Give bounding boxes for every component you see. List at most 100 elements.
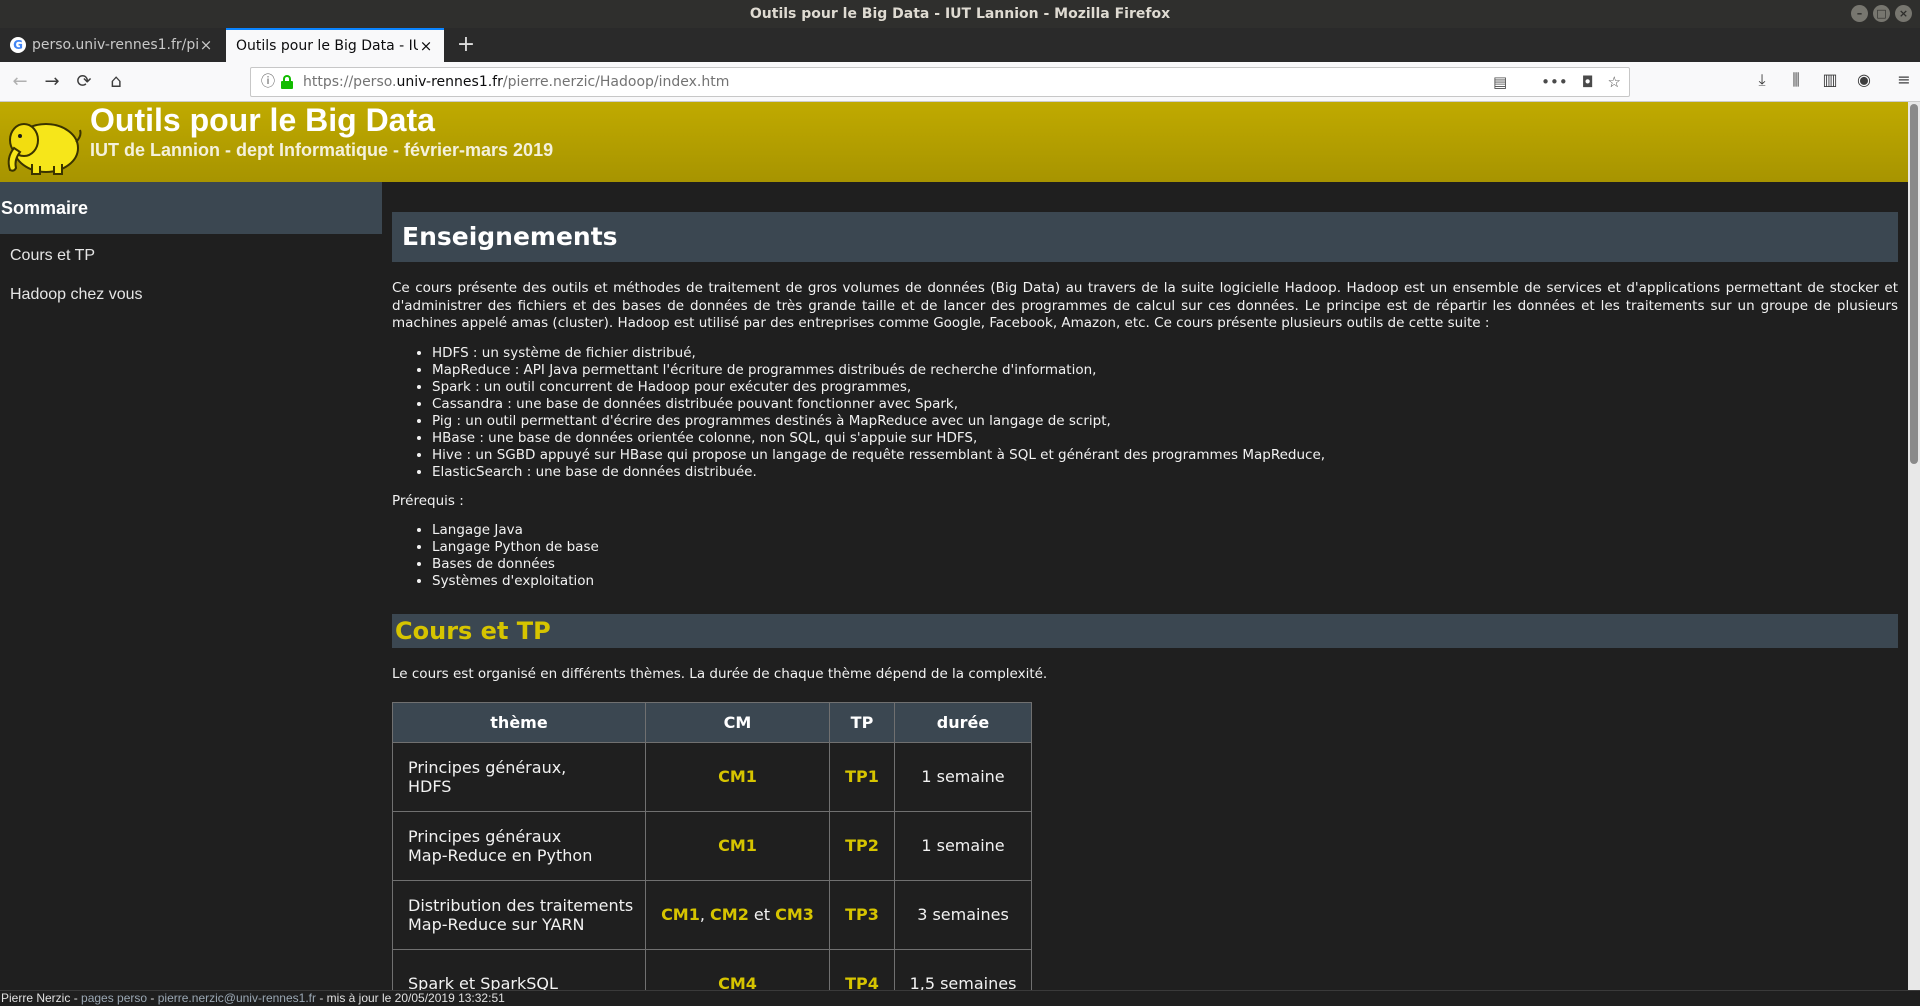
cm-cell: CM1, CM2 et CM3 <box>645 879 830 950</box>
section-title-cours-et-tp: Cours et TP <box>392 614 1898 648</box>
tp-cell: TP2 <box>829 810 895 881</box>
reload-icon[interactable]: ⟳ <box>72 70 96 94</box>
tp-cell: TP1 <box>829 741 895 812</box>
page-footer: Pierre Nerzic - pages perso - pierre.ner… <box>0 990 1920 1006</box>
reader-view-icon[interactable]: ▤ <box>1493 68 1507 96</box>
sidebar-toggle-icon[interactable]: ▥ <box>1820 70 1840 90</box>
page-viewport: Outils pour le Big Data IUT de Lannion -… <box>0 102 1908 990</box>
site-header: Outils pour le Big Data IUT de Lannion -… <box>0 102 1908 182</box>
tab-close-icon[interactable]: × <box>198 36 214 54</box>
tp-link[interactable]: TP1 <box>845 767 879 786</box>
themes-table: thème CM TP durée Principes généraux, HDF… <box>392 701 1032 990</box>
table-row: Principes généraux Map-Reduce en Python C… <box>392 810 1032 881</box>
prereq-label: Prérequis : <box>392 492 464 509</box>
back-icon[interactable]: ← <box>8 70 32 94</box>
cm-link[interactable]: CM1 <box>718 836 757 855</box>
window-titlebar: Outils pour le Big Data - IUT Lannion - … <box>0 0 1920 28</box>
duree-cell: 1,5 semaines <box>894 948 1032 990</box>
hadoop-elephant-logo <box>7 123 82 175</box>
cm-cell: CM1 <box>645 810 830 881</box>
sidebar-item-cours-et-tp[interactable]: Cours et TP <box>0 236 382 275</box>
duree-cell: 1 semaine <box>894 810 1032 881</box>
cm-link[interactable]: CM4 <box>718 974 757 990</box>
table-row: Spark et SparkSQL CM4 TP4 1,5 semaines <box>392 948 1032 990</box>
cm-link[interactable]: CM2 <box>710 905 749 924</box>
page-actions-icon[interactable]: ••• <box>1541 68 1568 96</box>
list-item: HBase : une base de données orientée col… <box>432 430 1898 447</box>
tp-link[interactable]: TP4 <box>845 974 879 990</box>
bookmark-star-icon[interactable]: ☆ <box>1608 68 1621 96</box>
list-item: Spark : un outil concurrent de Hadoop po… <box>432 379 1898 396</box>
sync-icon[interactable]: ◉ <box>1854 70 1874 90</box>
list-item: HDFS : un système de fichier distribué, <box>432 345 1898 362</box>
list-item: Hive : un SGBD appuyé sur HBase qui prop… <box>432 447 1898 464</box>
tab-outils-big-data[interactable]: Outils pour le Big Data - IUT L × <box>226 28 444 62</box>
cm-link[interactable]: CM1 <box>661 905 700 924</box>
navigation-toolbar: ← → ⟳ ⌂ ⓘ https://perso.univ-rennes1.fr/… <box>0 62 1920 102</box>
library-icon[interactable]: ⫼ <box>1786 70 1806 90</box>
list-item: Systèmes d'exploitation <box>432 573 1898 590</box>
list-item: Langage Python de base <box>432 539 1898 556</box>
prereq-list: Langage Java Langage Python de base Base… <box>392 522 1898 590</box>
list-item: ElasticSearch : une base de données dist… <box>432 464 1898 481</box>
minimize-button[interactable]: – <box>1851 5 1868 22</box>
tp-cell: TP4 <box>829 948 895 990</box>
section-title-enseignements: Enseignements <box>392 212 1898 262</box>
tp-cell: TP3 <box>829 879 895 950</box>
theme-cell: Spark et SparkSQL <box>392 948 646 990</box>
google-icon: G <box>10 37 26 53</box>
list-item: Cassandra : une base de données distribu… <box>432 396 1898 413</box>
lock-icon <box>281 75 293 89</box>
list-item: Bases de données <box>432 556 1898 573</box>
sidebar-heading: Sommaire <box>0 182 382 234</box>
tp-link[interactable]: TP3 <box>845 905 879 924</box>
list-item: Langage Java <box>432 522 1898 539</box>
intro-paragraph: Ce cours présente des outils et méthodes… <box>392 280 1898 331</box>
tools-list: HDFS : un système de fichier distribué, … <box>392 345 1898 481</box>
footer-pages-link[interactable]: pages perso <box>81 991 147 1005</box>
download-icon[interactable]: ⤓ <box>1752 70 1772 90</box>
site-info-icon[interactable]: ⓘ <box>259 68 277 96</box>
tab-perso-univ-rennes[interactable]: G perso.univ-rennes1.fr/pie × <box>0 28 224 62</box>
duree-cell: 3 semaines <box>894 879 1032 950</box>
sidebar-item-hadoop-chez-vous[interactable]: Hadoop chez vous <box>0 275 382 314</box>
main-content: Enseignements Ce cours présente des outi… <box>392 182 1898 990</box>
tab-title: perso.univ-rennes1.fr/pie <box>32 37 198 53</box>
toolbar-right: ⤓ ⫼ ▥ ◉ ≡ <box>1752 70 1914 90</box>
column-header-cm: CM <box>645 701 830 743</box>
scrollbar-thumb[interactable] <box>1910 104 1918 464</box>
tab-bar: G perso.univ-rennes1.fr/pie × Outils pou… <box>0 28 1920 62</box>
menu-icon[interactable]: ≡ <box>1894 70 1914 90</box>
window-controls: – □ × <box>1851 5 1912 22</box>
forward-icon[interactable]: → <box>40 70 64 94</box>
pocket-icon[interactable]: ◘ <box>1582 68 1594 96</box>
close-window-button[interactable]: × <box>1895 5 1912 22</box>
footer-email-link[interactable]: pierre.nerzic@univ-rennes1.fr <box>158 991 316 1005</box>
tp-link[interactable]: TP2 <box>845 836 879 855</box>
new-tab-button[interactable]: + <box>452 28 480 62</box>
cm-cell: CM1 <box>645 741 830 812</box>
table-header-row: thème CM TP durée <box>392 701 1032 743</box>
site-title: Outils pour le Big Data <box>90 102 435 138</box>
footer-updated: - mis à jour le 20/05/2019 13:32:51 <box>316 991 505 1005</box>
column-header-duree: durée <box>894 701 1032 743</box>
column-header-theme: thème <box>392 701 646 743</box>
table-row: Distribution des traitements Map-Reduce s… <box>392 879 1032 950</box>
cm-link[interactable]: CM1 <box>718 767 757 786</box>
home-icon[interactable]: ⌂ <box>104 70 128 94</box>
theme-cell: Principes généraux, HDFS <box>392 741 646 812</box>
duree-cell: 1 semaine <box>894 741 1032 812</box>
maximize-button[interactable]: □ <box>1873 5 1890 22</box>
table-row: Principes généraux, HDFS CM1 TP1 1 semain… <box>392 741 1032 812</box>
url-text[interactable]: https://perso.univ-rennes1.fr/pierre.ner… <box>303 68 729 96</box>
page-scrollbar[interactable] <box>1908 102 1920 990</box>
tab-title: Outils pour le Big Data - IUT L <box>236 38 418 54</box>
cours-intro: Le cours est organisé en différents thèm… <box>392 666 1048 682</box>
cm-link[interactable]: CM3 <box>775 905 814 924</box>
list-item: MapReduce : API Java permettant l'écritu… <box>432 362 1898 379</box>
cm-cell: CM4 <box>645 948 830 990</box>
url-bar[interactable]: ⓘ https://perso.univ-rennes1.fr/pierre.n… <box>250 67 1630 97</box>
sidebar: Sommaire Cours et TP Hadoop chez vous <box>0 182 382 990</box>
theme-cell: Principes généraux Map-Reduce en Python <box>392 810 646 881</box>
tab-close-icon[interactable]: × <box>418 37 434 55</box>
